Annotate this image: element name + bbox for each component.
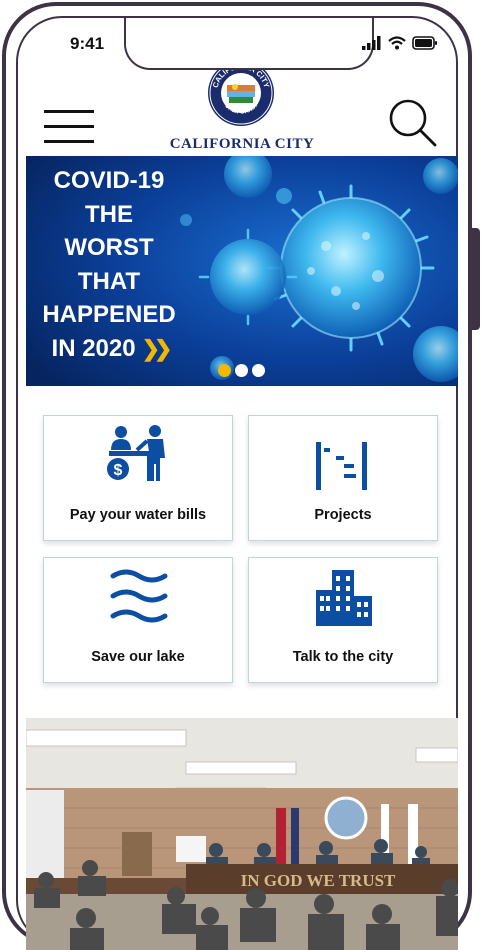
double-chevron-right-icon[interactable]: ❯❯ <box>142 336 173 361</box>
projects-icon <box>316 442 367 490</box>
svg-text:$: $ <box>114 462 123 479</box>
tile-label: Save our lake <box>91 649 185 665</box>
banner-line: IN 2020 <box>51 334 136 362</box>
tile-talk-to-city[interactable]: Talk to the city <box>248 557 438 683</box>
council-meeting-photo[interactable]: IN GOD WE TRUST <box>26 718 458 950</box>
banner-line: WORST <box>64 234 154 261</box>
hamburger-line-icon <box>44 110 94 113</box>
battery-icon <box>412 36 437 50</box>
banner-line: HAPPENED <box>42 301 176 328</box>
banner-line: THE <box>85 200 133 228</box>
signal-icon <box>362 36 381 50</box>
wifi-icon <box>388 36 406 50</box>
tile-label: Pay your water bills <box>69 507 207 523</box>
carousel-dot[interactable] <box>218 364 231 377</box>
status-icons <box>362 36 438 50</box>
tile-label: Projects <box>314 507 372 523</box>
tile-label: Talk to the city <box>292 649 394 665</box>
banner-line: COVID-19 <box>53 167 165 194</box>
cashier-payment-icon: $ <box>107 425 165 481</box>
search-icon[interactable] <box>388 98 438 148</box>
carousel-dot[interactable] <box>252 364 265 377</box>
tile-save-our-lake[interactable]: Save our lake <box>43 557 233 683</box>
water-waves-icon <box>110 569 168 623</box>
tile-projects[interactable]: Projects <box>248 415 438 541</box>
status-time: 9:41 <box>70 34 105 53</box>
phone-side-button <box>472 228 480 330</box>
tile-pay-water-bills[interactable]: $ Pay your water bills <box>43 415 233 541</box>
dais-sign-text: IN GOD WE TRUST <box>241 871 396 890</box>
city-building-icon <box>316 570 372 626</box>
banner-last-line: IN 2020 ❯❯ <box>34 332 184 366</box>
banner-line: THAT <box>77 267 141 295</box>
phone-notch <box>124 18 374 70</box>
hero-banner[interactable]: COVID-19 THE WORST THAT HAPPENED IN 2020… <box>26 156 458 386</box>
hamburger-line-icon <box>44 125 94 128</box>
carousel-dots <box>218 364 265 377</box>
banner-headline: COVID-19 THE WORST THAT HAPPENED IN 2020… <box>34 164 184 365</box>
council-chamber-image: IN GOD WE TRUST <box>26 718 458 950</box>
carousel-dot[interactable] <box>235 364 248 377</box>
